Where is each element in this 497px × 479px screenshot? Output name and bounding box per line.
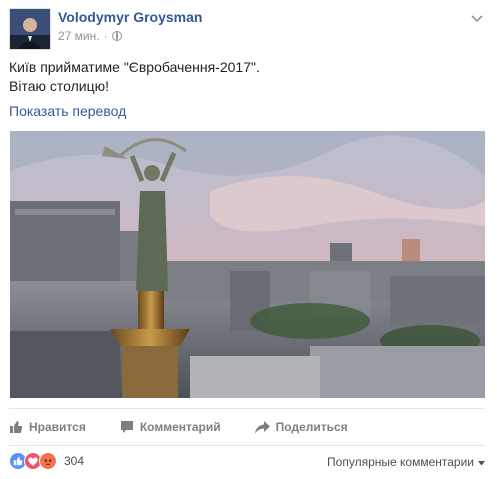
share-icon: [254, 420, 270, 434]
show-translation-link[interactable]: Показать перевод: [9, 103, 126, 119]
comment-label: Комментарий: [139, 420, 221, 434]
post-meta: 27 мин. ·: [58, 29, 122, 43]
post-text-line: Київ прийматиме "Євробачення-2017".: [9, 59, 260, 75]
comments-sort-label: Популярные комментарии: [327, 455, 474, 469]
author-name[interactable]: Volodymyr Groysman: [58, 9, 202, 25]
author-avatar[interactable]: [9, 8, 51, 50]
thumbs-up-icon: [9, 420, 23, 434]
like-label: Нравится: [29, 420, 86, 434]
facebook-post: Volodymyr Groysman 27 мин. · Київ прийма…: [0, 0, 497, 479]
share-label: Поделиться: [275, 420, 348, 434]
caret-down-icon: [478, 455, 485, 469]
post-actions-bar: Нравится Комментарий Поделиться: [9, 408, 485, 446]
post-video[interactable]: [10, 131, 485, 398]
meta-separator: ·: [103, 29, 108, 43]
post-text: Київ прийматиме "Євробачення-2017". Віта…: [9, 58, 260, 96]
angry-icon: [39, 452, 57, 470]
globe-icon: [111, 31, 122, 41]
comment-icon: [120, 420, 134, 434]
post-timestamp[interactable]: 27 мин.: [58, 29, 100, 43]
post-text-line: Вітаю столицю!: [9, 78, 110, 94]
comments-sort-dropdown[interactable]: Популярные комментарии: [327, 455, 485, 469]
share-button[interactable]: Поделиться: [254, 420, 348, 434]
reactions-count: 304: [64, 454, 85, 468]
comment-button[interactable]: Комментарий: [120, 420, 221, 434]
reactions-summary[interactable]: 304: [9, 452, 84, 470]
chevron-down-icon[interactable]: [471, 10, 483, 23]
like-button[interactable]: Нравится: [9, 420, 86, 434]
